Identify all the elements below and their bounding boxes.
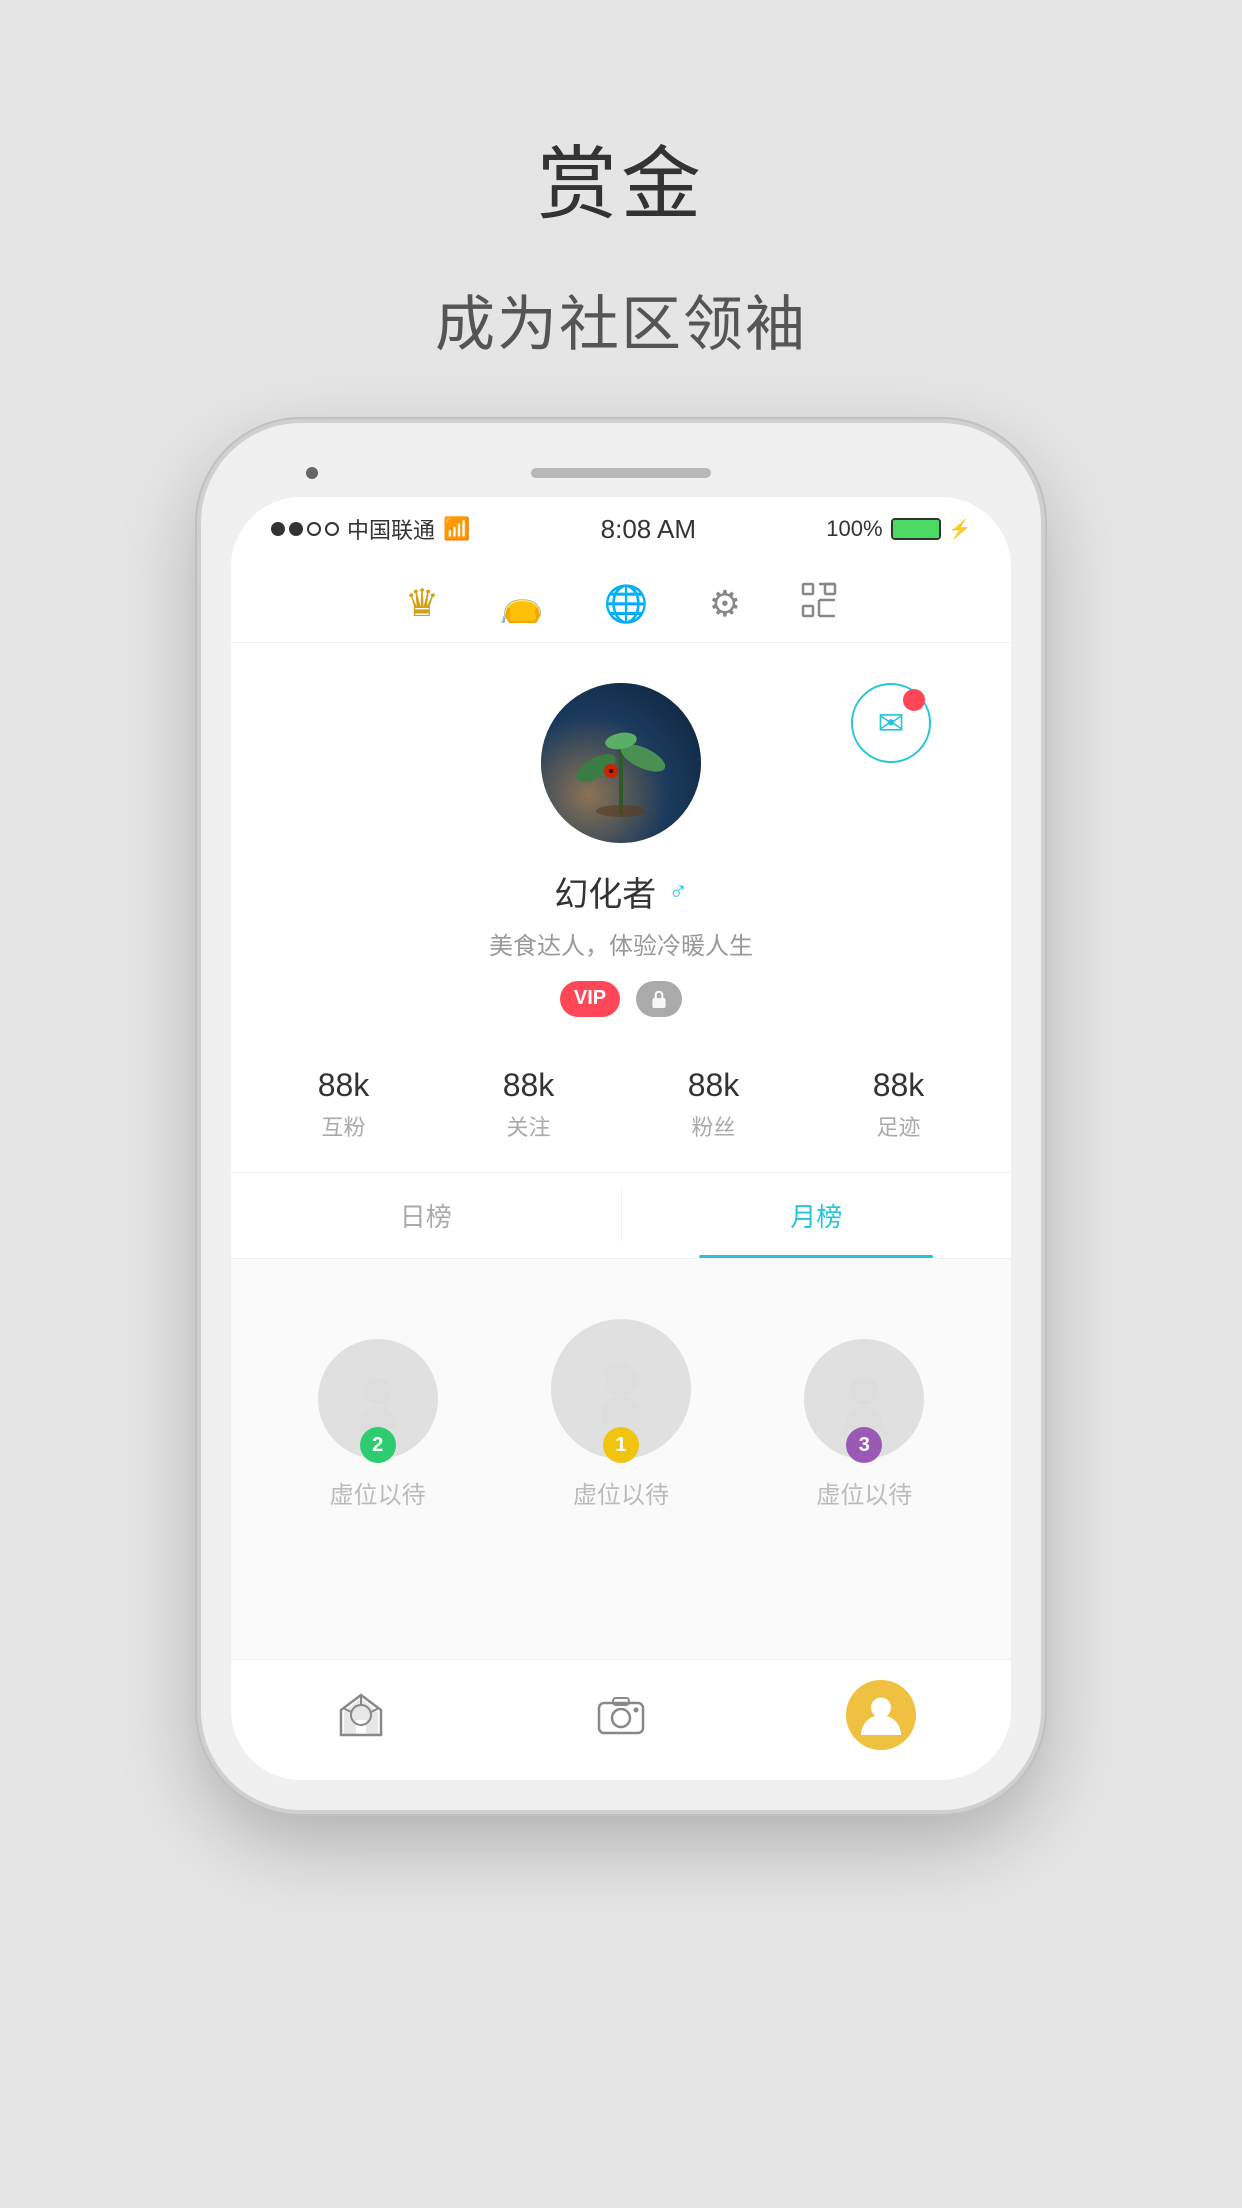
leader-3-avatar: 3 <box>804 1339 924 1459</box>
stat-following-value: 88k <box>503 1067 555 1104</box>
battery-indicator <box>891 518 941 540</box>
plant-svg <box>571 703 671 823</box>
phone-screen: 中国联通 📶 8:08 AM 100% ⚡ ♛ 👝 <box>231 497 1011 1780</box>
leader-3-name: 虚位以待 <box>816 1475 912 1510</box>
battery-percent: 100% <box>826 516 882 542</box>
profile-name-row: 幻化者 ♂ <box>554 867 688 916</box>
leader-1-name: 虚位以待 <box>573 1475 669 1510</box>
status-time: 8:08 AM <box>601 514 696 545</box>
nav-home-icon <box>326 1680 396 1750</box>
stat-mutual-label: 互粉 <box>321 1110 365 1142</box>
tabs-row: 日榜 月榜 <box>231 1172 1011 1259</box>
phone-speaker <box>531 468 711 478</box>
message-badge <box>903 689 925 711</box>
scan-icon[interactable] <box>801 582 837 626</box>
profile-section: ✉ <box>231 643 1011 1047</box>
leader-1-face-icon <box>586 1354 656 1424</box>
avatar-plant-overlay <box>541 683 701 843</box>
tab-daily[interactable]: 日榜 <box>231 1173 621 1258</box>
nav-home[interactable] <box>326 1680 396 1750</box>
leader-2: 2 虚位以待 <box>318 1339 438 1510</box>
vip-badge: VIP <box>560 981 620 1017</box>
stat-footprints: 88k 足迹 <box>873 1067 925 1142</box>
message-icon: ✉ <box>878 704 905 742</box>
rank-badge-1: 1 <box>603 1427 639 1463</box>
stat-following: 88k 关注 <box>503 1067 555 1142</box>
avatar <box>541 683 701 843</box>
settings-icon[interactable]: ⚙ <box>709 583 741 625</box>
nav-camera-icon <box>586 1680 656 1750</box>
nav-camera[interactable] <box>586 1680 656 1750</box>
battery-bar <box>891 518 941 540</box>
rank-badge-2: 2 <box>360 1427 396 1463</box>
phone-shell: 中国联通 📶 8:08 AM 100% ⚡ ♛ 👝 <box>201 423 1041 1810</box>
stats-row: 88k 互粉 88k 关注 88k 粉丝 88k 足迹 <box>231 1047 1011 1172</box>
tab-monthly[interactable]: 月榜 <box>622 1173 1012 1258</box>
phone-top <box>231 453 1011 493</box>
gender-icon: ♂ <box>668 876 688 907</box>
lock-icon <box>650 987 668 1011</box>
bg-main-title: 赏金 <box>435 120 807 236</box>
signal-indicators <box>271 522 339 536</box>
signal-dot-1 <box>271 522 285 536</box>
message-button[interactable]: ✉ <box>851 683 931 763</box>
status-left: 中国联通 📶 <box>271 513 470 545</box>
signal-dot-2 <box>289 522 303 536</box>
status-right: 100% ⚡ <box>826 516 971 542</box>
signal-dot-3 <box>307 522 321 536</box>
bg-sub-title: 成为社区领袖 <box>435 291 807 358</box>
stat-fans-label: 粉丝 <box>691 1110 735 1142</box>
leader-3: 3 虚位以待 <box>804 1339 924 1510</box>
badges-row: VIP <box>560 981 682 1017</box>
stat-fans-value: 88k <box>688 1067 740 1104</box>
username: 幻化者 <box>554 867 656 916</box>
carrier-name: 中国联通 <box>347 513 435 545</box>
wifi-icon: 📶 <box>443 516 470 542</box>
leader-2-avatar: 2 <box>318 1339 438 1459</box>
leader-3-face-icon <box>834 1369 894 1429</box>
stat-following-label: 关注 <box>506 1110 550 1142</box>
bg-title-section: 赏金 成为社区领袖 <box>435 120 807 363</box>
page-wrapper: 赏金 成为社区领袖 中国联通 📶 <box>0 0 1242 2208</box>
phone-dot <box>306 467 318 479</box>
bolt-icon: ⚡ <box>949 519 971 540</box>
stat-mutual-value: 88k <box>318 1067 370 1104</box>
leaderboard-section: 2 虚位以待 1 虚位以待 <box>231 1259 1011 1659</box>
battery-fill <box>893 520 939 538</box>
profile-bio: 美食达人，体验冷暖人生 <box>489 926 753 961</box>
stat-footprints-value: 88k <box>873 1067 925 1104</box>
rank-badge-3: 3 <box>846 1427 882 1463</box>
globe-icon[interactable]: 🌐 <box>604 583 649 625</box>
nav-profile-icon <box>846 1680 916 1750</box>
signal-dot-4 <box>325 522 339 536</box>
bag-icon[interactable]: 👝 <box>499 583 544 625</box>
leaders-row: 2 虚位以待 1 虚位以待 <box>261 1299 981 1510</box>
lock-badge <box>636 981 682 1017</box>
leader-2-name: 虚位以待 <box>330 1475 426 1510</box>
nav-profile[interactable] <box>846 1680 916 1750</box>
stat-mutual: 88k 互粉 <box>318 1067 370 1142</box>
leader-1-avatar: 1 <box>551 1319 691 1459</box>
leader-2-face-icon <box>348 1369 408 1429</box>
app-header: ♛ 👝 🌐 ⚙ <box>231 561 1011 643</box>
stat-fans: 88k 粉丝 <box>688 1067 740 1142</box>
crown-icon[interactable]: ♛ <box>405 581 439 626</box>
status-bar: 中国联通 📶 8:08 AM 100% ⚡ <box>231 497 1011 561</box>
bottom-nav <box>231 1659 1011 1780</box>
stat-footprints-label: 足迹 <box>876 1110 920 1142</box>
leader-1: 1 虚位以待 <box>551 1319 691 1510</box>
